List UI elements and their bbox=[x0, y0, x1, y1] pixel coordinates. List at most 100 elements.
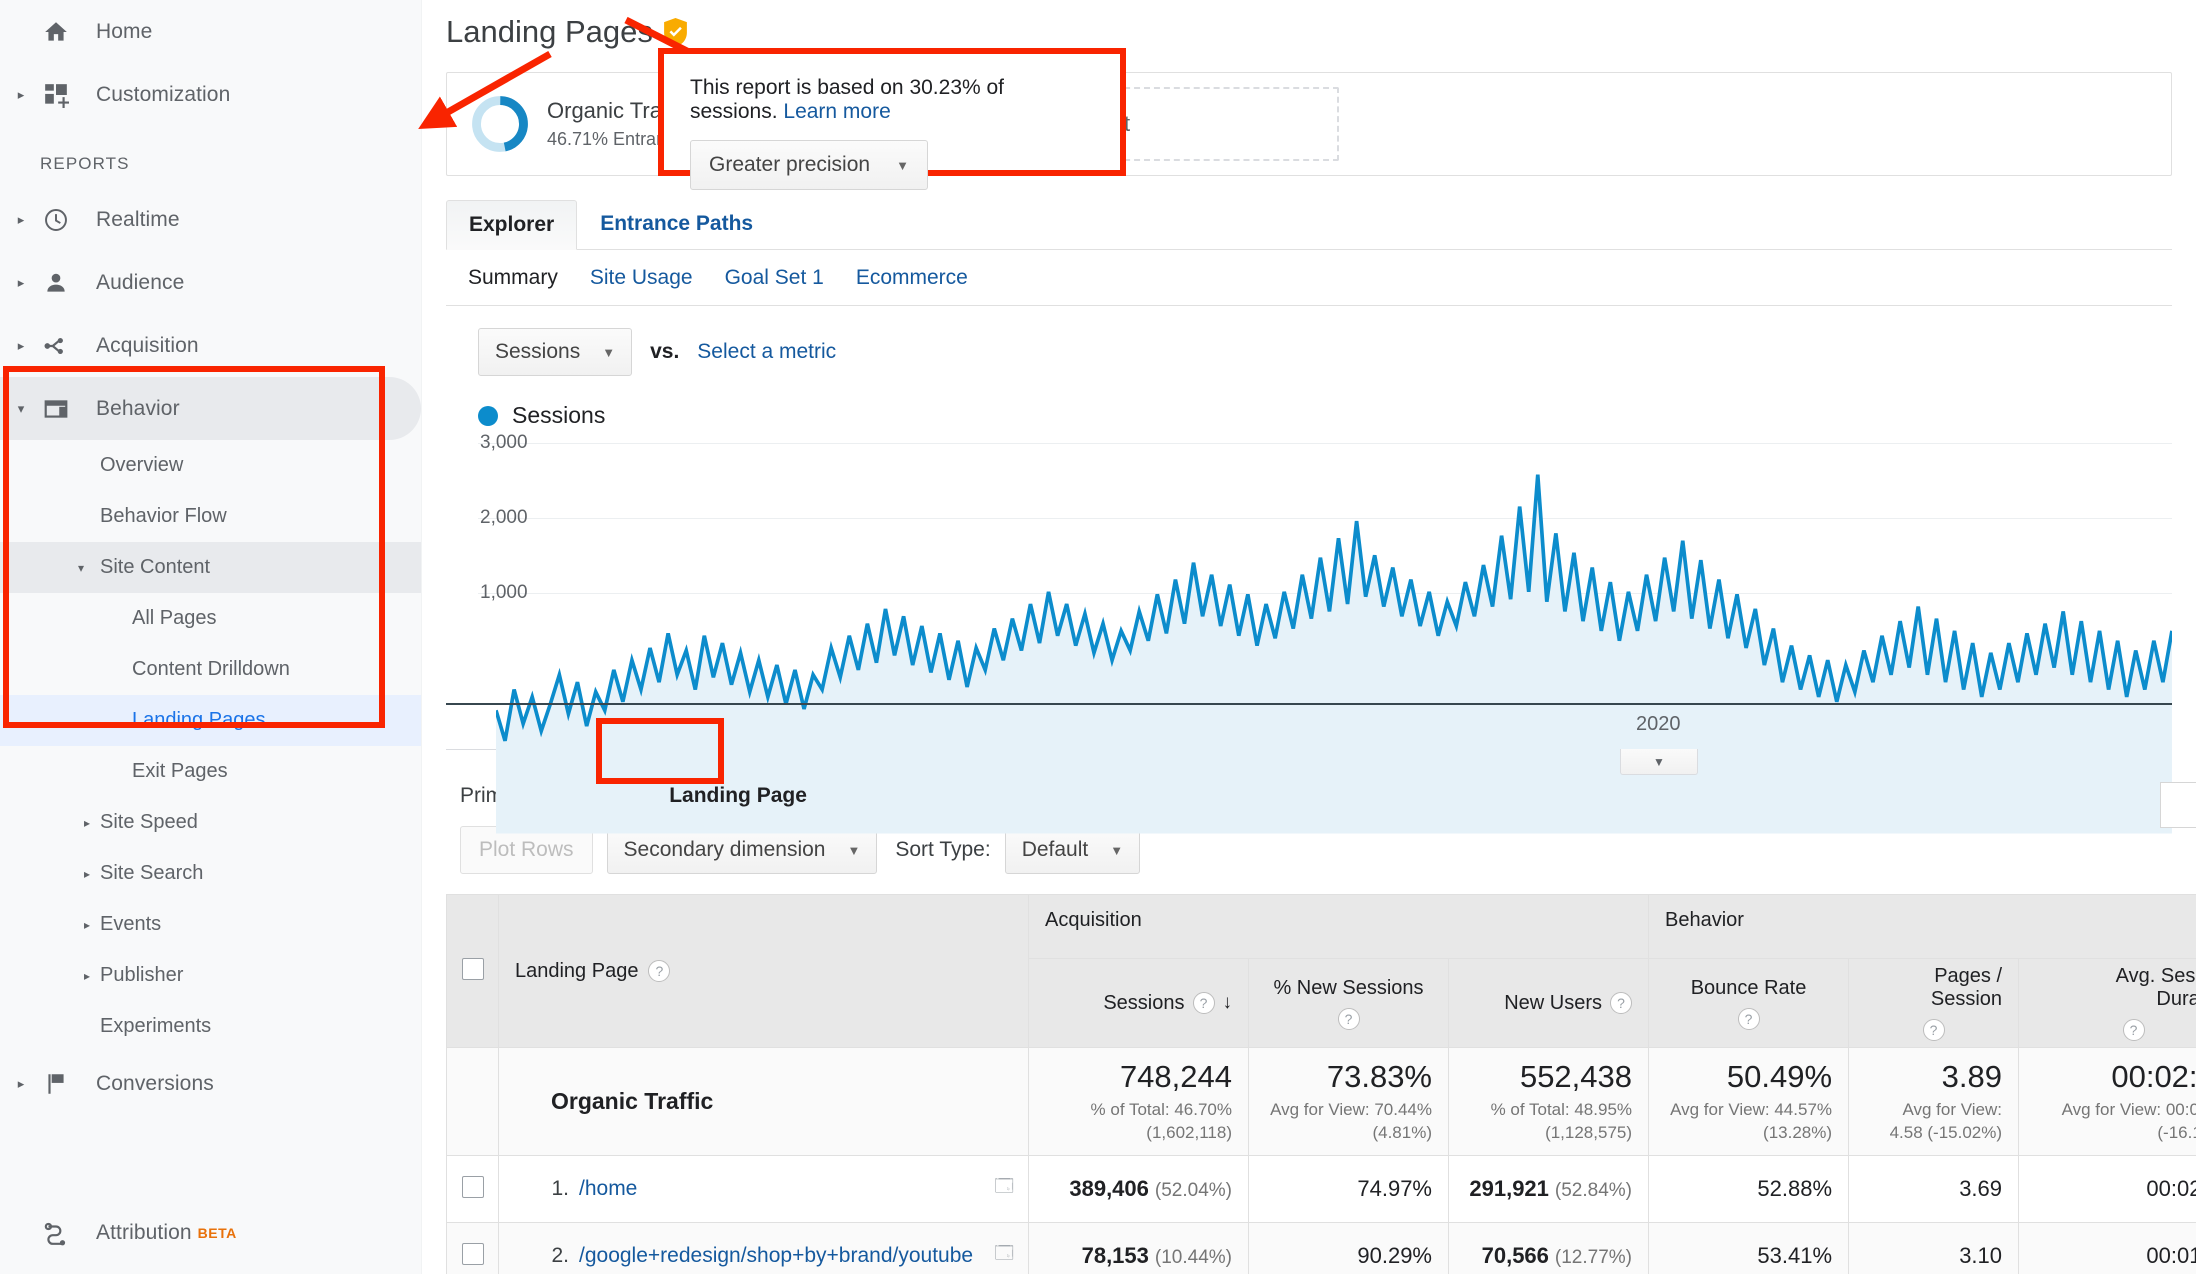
sidebar-item-behavior[interactable]: ▾ Behavior bbox=[0, 377, 421, 440]
sidebar-item-publisher[interactable]: ▸ Publisher bbox=[0, 950, 421, 1001]
sidebar-item-all-pages[interactable]: All Pages bbox=[0, 593, 421, 644]
help-icon[interactable]: ? bbox=[648, 960, 670, 982]
sidebar-item-site-content[interactable]: ▾ Site Content bbox=[0, 542, 421, 593]
row-page-link[interactable]: /google+redesign/shop+by+brand/youtube bbox=[579, 1243, 984, 1269]
help-icon[interactable]: ? bbox=[1193, 992, 1215, 1014]
tab-explorer[interactable]: Explorer bbox=[446, 200, 577, 250]
totals-subtext: Avg for View: 4.58 (-15.02%) bbox=[1865, 1099, 2002, 1145]
table-row[interactable]: 2. /google+redesign/shop+by+brand/youtub… bbox=[447, 1223, 2196, 1274]
column-header-landing-page[interactable]: Landing Page ? bbox=[499, 895, 1029, 1048]
sidebar-item-attribution[interactable]: Attribution BETA bbox=[0, 1201, 421, 1264]
legend-color-swatch bbox=[478, 406, 498, 426]
row-new-users-pct: (12.77%) bbox=[1555, 1247, 1632, 1268]
row-checkbox-cell[interactable] bbox=[447, 1223, 499, 1274]
help-icon[interactable]: ? bbox=[2123, 1019, 2145, 1041]
sidebar-sublabel: All Pages bbox=[132, 607, 217, 630]
sidebar-item-experiments[interactable]: Experiments bbox=[0, 1001, 421, 1052]
totals-bounce-rate: 50.49% Avg for View: 44.57% (13.28%) bbox=[1649, 1048, 1849, 1156]
sidebar-sublabel: Events bbox=[100, 913, 161, 936]
row-sessions: 389,406(52.04%) bbox=[1029, 1156, 1249, 1223]
sidebar-label: Home bbox=[78, 20, 152, 44]
sort-descending-icon[interactable]: ↓ bbox=[1223, 992, 1233, 1014]
row-pages-per-session: 3.10 bbox=[1849, 1223, 2019, 1274]
sidebar-item-content-drilldown[interactable]: Content Drilldown bbox=[0, 644, 421, 695]
column-header-avg-session-duration[interactable]: Avg. Session Duration ? bbox=[2019, 959, 2196, 1048]
chevron-right-icon: ▸ bbox=[8, 213, 34, 226]
select-a-metric-link[interactable]: Select a metric bbox=[697, 340, 836, 364]
sidebar-item-overview[interactable]: Overview bbox=[0, 440, 421, 491]
sidebar-sublabel: Site Search bbox=[100, 862, 203, 885]
learn-more-link[interactable]: Learn more bbox=[783, 100, 890, 123]
open-external-icon[interactable]: 🗔 bbox=[994, 1241, 1014, 1271]
help-icon[interactable]: ? bbox=[1338, 1008, 1360, 1030]
sampling-tooltip[interactable]: This report is based on 30.23% of sessio… bbox=[658, 48, 1126, 176]
sessions-line-chart[interactable]: 3,000 2,000 1,000 bbox=[446, 443, 2172, 703]
select-all-cell[interactable] bbox=[447, 895, 499, 1048]
metric-dropdown-sessions[interactable]: Sessions ▼ bbox=[478, 328, 632, 376]
sidebar-item-site-speed[interactable]: ▸ Site Speed bbox=[0, 797, 421, 848]
row-sessions-value: 78,153 bbox=[1082, 1243, 1149, 1268]
help-icon[interactable]: ? bbox=[1738, 1008, 1760, 1030]
segment-donut-icon bbox=[469, 93, 531, 155]
attribution-icon bbox=[34, 1220, 78, 1246]
totals-value: 50.49% bbox=[1665, 1059, 1832, 1095]
row-page-link[interactable]: /home bbox=[579, 1176, 984, 1202]
sidebar-item-exit-pages[interactable]: Exit Pages bbox=[0, 746, 421, 797]
subtab-summary[interactable]: Summary bbox=[468, 266, 558, 290]
row-new-users-pct: (52.84%) bbox=[1555, 1180, 1632, 1201]
checkbox-icon[interactable] bbox=[462, 1176, 484, 1198]
help-icon[interactable]: ? bbox=[1923, 1019, 1945, 1041]
sidebar-item-conversions[interactable]: ▸ Conversions bbox=[0, 1052, 421, 1115]
subtab-ecommerce[interactable]: Ecommerce bbox=[856, 266, 968, 290]
sidebar-item-realtime[interactable]: ▸ Realtime bbox=[0, 188, 421, 251]
sidebar-item-home[interactable]: Home bbox=[0, 0, 421, 63]
sidebar-item-behavior-flow[interactable]: Behavior Flow bbox=[0, 491, 421, 542]
row-sessions-value: 389,406 bbox=[1069, 1176, 1149, 1201]
page-title: Landing Pages bbox=[422, 0, 2196, 50]
totals-pages-per-session: 3.89 Avg for View: 4.58 (-15.02%) bbox=[1849, 1048, 2019, 1156]
chevron-right-icon: ▸ bbox=[84, 918, 90, 932]
subtab-goal-set-1[interactable]: Goal Set 1 bbox=[725, 266, 824, 290]
sidebar-sublabel: Exit Pages bbox=[132, 760, 228, 783]
column-header-new-users[interactable]: New Users ? bbox=[1449, 959, 1649, 1048]
table-search-input[interactable] bbox=[2160, 782, 2196, 828]
checkbox-icon[interactable] bbox=[462, 1243, 484, 1265]
row-landing-page-cell[interactable]: 1. /home 🗔 bbox=[499, 1156, 1029, 1223]
precision-dropdown-label: Greater precision bbox=[709, 153, 870, 177]
verified-shield-icon bbox=[663, 18, 688, 47]
tab-entrance-paths[interactable]: Entrance Paths bbox=[577, 199, 776, 249]
column-header-pages-per-session[interactable]: Pages / Session ? bbox=[1849, 959, 2019, 1048]
sidebar-label: Conversions bbox=[78, 1072, 214, 1096]
table-row[interactable]: 1. /home 🗔 389,406(52.04%) 74.97% 291,92… bbox=[447, 1156, 2196, 1223]
row-checkbox-cell[interactable] bbox=[447, 1156, 499, 1223]
chart-x-axis: 2020 ▼ bbox=[446, 703, 2172, 749]
sidebar-item-audience[interactable]: ▸ Audience bbox=[0, 251, 421, 314]
sidebar-item-events[interactable]: ▸ Events bbox=[0, 899, 421, 950]
column-header-sessions[interactable]: Sessions ? ↓ bbox=[1029, 959, 1249, 1048]
sidebar-item-acquisition[interactable]: ▸ Acquisition bbox=[0, 314, 421, 377]
sidebar-item-landing-pages[interactable]: Landing Pages bbox=[0, 695, 421, 746]
chart-collapse-button[interactable]: ▼ bbox=[1620, 749, 1698, 775]
person-icon bbox=[34, 270, 78, 296]
row-landing-page-cell[interactable]: 2. /google+redesign/shop+by+brand/youtub… bbox=[499, 1223, 1029, 1274]
checkbox-icon[interactable] bbox=[462, 958, 484, 980]
help-icon[interactable]: ? bbox=[1610, 992, 1632, 1014]
precision-dropdown[interactable]: Greater precision ▼ bbox=[690, 140, 928, 190]
totals-value: 748,244 bbox=[1045, 1059, 1232, 1095]
sidebar-sublabel: Behavior Flow bbox=[100, 505, 227, 528]
column-header-bounce-rate[interactable]: Bounce Rate ? bbox=[1649, 959, 1849, 1048]
sidebar-item-site-search[interactable]: ▸ Site Search bbox=[0, 848, 421, 899]
chevron-right-icon: ▸ bbox=[8, 88, 34, 101]
primary-dimension-value[interactable]: Landing Page bbox=[655, 776, 821, 816]
totals-subtext: % of Total: 48.95% (1,128,575) bbox=[1465, 1099, 1632, 1145]
metric-selector-row: Sessions ▼ vs. Select a metric bbox=[446, 306, 2172, 376]
chevron-right-icon: ▸ bbox=[84, 867, 90, 881]
column-header-label: Avg. Session Duration bbox=[2035, 965, 2196, 1011]
sidebar-label: Realtime bbox=[78, 208, 180, 232]
open-external-icon[interactable]: 🗔 bbox=[994, 1174, 1014, 1204]
sidebar-label: Behavior bbox=[78, 397, 180, 421]
subtab-site-usage[interactable]: Site Usage bbox=[590, 266, 693, 290]
legend-label-sessions: Sessions bbox=[512, 402, 605, 429]
sidebar-item-customization[interactable]: ▸ Customization bbox=[0, 63, 421, 126]
column-header-new-sessions-pct[interactable]: % New Sessions ? bbox=[1249, 959, 1449, 1048]
